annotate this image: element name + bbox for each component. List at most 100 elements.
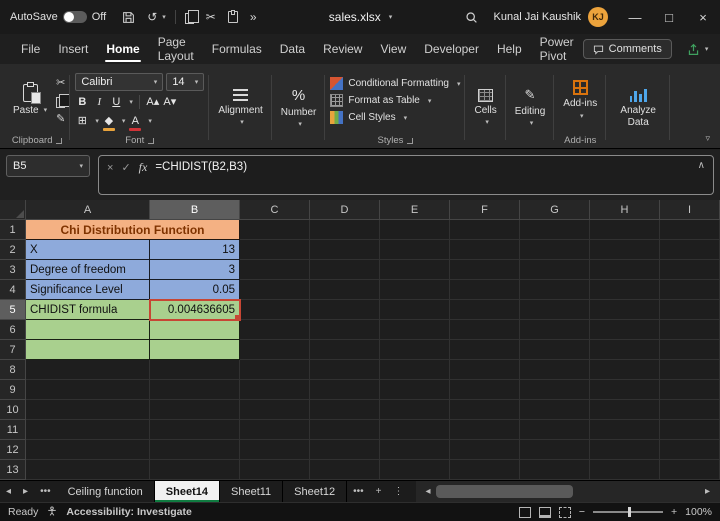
cell-E13[interactable]	[380, 460, 450, 480]
cell-F4[interactable]	[450, 280, 520, 300]
cell-A7[interactable]	[26, 340, 150, 360]
sheet-tab-sheet11[interactable]: Sheet11	[220, 481, 284, 502]
cell-B2[interactable]: 13	[150, 240, 240, 260]
cell-C11[interactable]	[240, 420, 310, 440]
tab-data[interactable]: Data	[271, 34, 314, 64]
conditional-formatting-button[interactable]: Conditional Formatting ▾	[330, 77, 460, 90]
spreadsheet-grid[interactable]: A B C D E F G H I 1 Chi Distribution Function 2 X 13 3…	[0, 200, 720, 480]
format-painter-icon[interactable]: ✎	[56, 112, 65, 126]
column-header-G[interactable]: G	[520, 200, 590, 220]
cell-I13[interactable]	[660, 460, 720, 480]
paste-quick-icon[interactable]	[227, 10, 238, 23]
tab-home[interactable]: Home	[97, 34, 148, 64]
number-button[interactable]: % Number ▾	[277, 85, 321, 132]
add-sheet-icon[interactable]: +	[370, 481, 388, 502]
cell-E7[interactable]	[380, 340, 450, 360]
page-break-view-icon[interactable]	[558, 506, 571, 518]
cell-G12[interactable]	[520, 440, 590, 460]
cell-D12[interactable]	[310, 440, 380, 460]
cell-F7[interactable]	[450, 340, 520, 360]
cell-C1[interactable]	[240, 220, 310, 240]
tab-formulas[interactable]: Formulas	[203, 34, 271, 64]
bold-button[interactable]: B	[75, 94, 89, 110]
autosave-toggle[interactable]: AutoSave Off	[10, 11, 106, 23]
cell-I9[interactable]	[660, 380, 720, 400]
cell-E3[interactable]	[380, 260, 450, 280]
cell-C10[interactable]	[240, 400, 310, 420]
increase-font-size-icon[interactable]: A▴	[146, 94, 160, 110]
cell-H10[interactable]	[590, 400, 660, 420]
cell-C6[interactable]	[240, 320, 310, 340]
cell-F6[interactable]	[450, 320, 520, 340]
cell-F10[interactable]	[450, 400, 520, 420]
cell-C12[interactable]	[240, 440, 310, 460]
cell-H1[interactable]	[590, 220, 660, 240]
cell-H7[interactable]	[590, 340, 660, 360]
cell-I3[interactable]	[660, 260, 720, 280]
cell-E2[interactable]	[380, 240, 450, 260]
enter-icon[interactable]: ✓	[121, 161, 130, 174]
horizontal-scrollbar[interactable]: ◂ ▸	[415, 481, 720, 502]
format-as-table-button[interactable]: Format as Table ▾	[330, 94, 431, 107]
cell-B8[interactable]	[150, 360, 240, 380]
cell-F12[interactable]	[450, 440, 520, 460]
comments-button[interactable]: Comments	[582, 39, 672, 59]
cell-A13[interactable]	[26, 460, 150, 480]
cell-I10[interactable]	[660, 400, 720, 420]
borders-icon[interactable]: ⊞	[75, 113, 89, 129]
cell-G2[interactable]	[520, 240, 590, 260]
sheet-list-icon[interactable]: •••	[34, 481, 57, 502]
font-color-icon[interactable]: A	[128, 113, 142, 131]
search-icon[interactable]	[465, 11, 478, 24]
cell-G10[interactable]	[520, 400, 590, 420]
row-header-13[interactable]: 13	[0, 460, 26, 480]
tab-help[interactable]: Help	[488, 34, 531, 64]
cell-F2[interactable]	[450, 240, 520, 260]
cell-E1[interactable]	[380, 220, 450, 240]
cell-I4[interactable]	[660, 280, 720, 300]
cell-A4[interactable]: Significance Level	[26, 280, 150, 300]
cut-icon[interactable]: ✂	[206, 10, 216, 24]
tab-developer[interactable]: Developer	[415, 34, 488, 64]
cell-A8[interactable]	[26, 360, 150, 380]
save-icon[interactable]	[122, 11, 135, 24]
cell-I12[interactable]	[660, 440, 720, 460]
cell-B12[interactable]	[150, 440, 240, 460]
column-header-D[interactable]: D	[310, 200, 380, 220]
styles-dialog-launcher-icon[interactable]	[407, 137, 414, 144]
scroll-left-icon[interactable]: ◂	[420, 486, 437, 497]
row-header-1[interactable]: 1	[0, 220, 26, 240]
cell-A2[interactable]: X	[26, 240, 150, 260]
row-header-8[interactable]: 8	[0, 360, 26, 380]
cell-E8[interactable]	[380, 360, 450, 380]
cell-D4[interactable]	[310, 280, 380, 300]
column-header-A[interactable]: A	[26, 200, 150, 220]
cell-B11[interactable]	[150, 420, 240, 440]
scrollbar-thumb[interactable]	[435, 485, 573, 498]
cancel-icon[interactable]: ×	[107, 162, 113, 174]
cell-A10[interactable]	[26, 400, 150, 420]
cell-B9[interactable]	[150, 380, 240, 400]
cell-I8[interactable]	[660, 360, 720, 380]
cell-I7[interactable]	[660, 340, 720, 360]
cell-H12[interactable]	[590, 440, 660, 460]
zoom-level[interactable]: 100%	[685, 506, 712, 518]
cell-A3[interactable]: Degree of freedom	[26, 260, 150, 280]
column-header-H[interactable]: H	[590, 200, 660, 220]
cell-G3[interactable]	[520, 260, 590, 280]
cell-A11[interactable]	[26, 420, 150, 440]
cell-H9[interactable]	[590, 380, 660, 400]
row-header-10[interactable]: 10	[0, 400, 26, 420]
cell-C7[interactable]	[240, 340, 310, 360]
row-header-2[interactable]: 2	[0, 240, 26, 260]
cell-D8[interactable]	[310, 360, 380, 380]
cell-A1[interactable]: Chi Distribution Function	[26, 220, 240, 240]
tab-review[interactable]: Review	[314, 34, 371, 64]
formula-input[interactable]: =CHIDIST(B2,B3)	[155, 160, 689, 173]
cell-C3[interactable]	[240, 260, 310, 280]
cell-D7[interactable]	[310, 340, 380, 360]
zoom-out-icon[interactable]: −	[579, 506, 585, 518]
cell-F5[interactable]	[450, 300, 520, 320]
cell-H13[interactable]	[590, 460, 660, 480]
insert-function-icon[interactable]: fx	[139, 160, 148, 175]
